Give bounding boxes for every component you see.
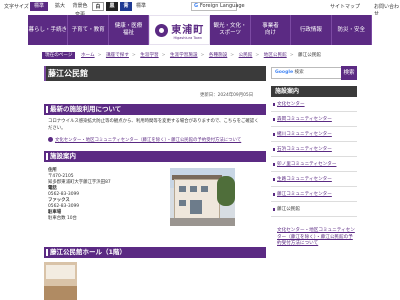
breadcrumb-item[interactable]: ホーム (81, 53, 95, 58)
sidebar-item-ogawa[interactable]: 緒川コミュニティセンター (271, 127, 357, 142)
facility-heading: 施設案内 (44, 151, 266, 162)
breadcrumb-item[interactable]: 生涯学習 (140, 53, 158, 58)
nav-label: 事業者 向け (262, 23, 279, 36)
logo-title: 東浦町 (171, 24, 205, 36)
sidebar-list: 文化センター 森岡コミュニティセンター 緒川コミュニティセンター 石浜コミュニテ… (271, 97, 357, 217)
font-size-label: 文字サイズ (4, 4, 29, 10)
address-value: 〒470-2105 知多郡東浦町大字藤江字浜田87 (48, 174, 111, 185)
nav-label: 健康・医療 福祉 (114, 23, 143, 36)
site-logo[interactable]: 東浦町 Higashiura Town (149, 15, 211, 45)
sidebar-item-ishihama[interactable]: 石浜コミュニティセンター (271, 142, 357, 157)
search-button[interactable]: 検索 (341, 66, 357, 80)
notice-heading: 最新の施設利用について (44, 104, 266, 115)
reservation-link[interactable]: 文化センター・地区コミュニティセンター（藤江を除く）・藤江公民館の予約受付方法に… (48, 137, 266, 144)
nav-living[interactable]: 暮らし・手続き (28, 15, 69, 45)
breadcrumb-separator: > (161, 53, 166, 58)
nav-safety[interactable]: 防災・安全 (331, 15, 372, 45)
bg-black-button[interactable]: 黒 (106, 2, 118, 11)
breadcrumb-item[interactable]: 公民館 (239, 53, 253, 58)
utility-bar: 文字サイズ 標準 拡大 背景色変更 白 黒 青 標準 G Foreign Lan… (0, 0, 400, 18)
sidebar-item-bunka[interactable]: 文化センター (271, 97, 357, 112)
nav-tourism[interactable]: 観光・文化・ スポーツ (210, 15, 251, 45)
sidebar-item-fujie-kominkan: 藤江公民館 (271, 202, 357, 217)
notice-text: コロナウイルス感染拡大防止等の観点から、利用時間等を変更する場合がありますので、… (48, 119, 259, 131)
bg-white-button[interactable]: 白 (92, 2, 104, 11)
google-label: Google (275, 70, 294, 75)
sidebar-item-ikuji[interactable]: 生路コミュニティセンター (271, 172, 357, 187)
search-placeholder: 検索 (294, 70, 304, 75)
facility-info: 住所 〒470-2105 知多郡東浦町大字藤江字浜田87 電話 0562-83-… (48, 168, 158, 222)
nav-label: 行政情報 (299, 26, 322, 33)
breadcrumb-item[interactable]: 生涯学習施設 (170, 53, 198, 58)
building-photo (170, 168, 235, 226)
nav-label: 子育て・教育 (71, 26, 105, 33)
hall-heading: 藤江公民館ホール（1階） (44, 247, 266, 258)
bg-blue-button[interactable]: 青 (120, 2, 132, 11)
contact-link[interactable]: お問い合わせ (374, 3, 400, 17)
reservation-link-label: 文化センター・地区コミュニティセンター（藤江を除く）・藤江公民館の予約受付方法に… (55, 138, 242, 143)
bg-color-label: 背景色変更 (72, 3, 88, 18)
page-title: 藤江公民館 (44, 66, 266, 81)
breadcrumb: 現在のページ ホーム > 講座で探す > 生涯学習 > 生涯学習施設 > 各種施設 > 公… (42, 52, 372, 62)
nav-label: 防災・安全 (337, 26, 366, 33)
font-standard-button[interactable]: 標準 (30, 2, 48, 11)
updated-date: 更新日：2024年09月05日 (200, 93, 254, 98)
nav-label: 観光・文化・ スポーツ (213, 23, 247, 36)
breadcrumb-separator: > (289, 53, 294, 58)
breadcrumb-current: 藤江公民館 (298, 53, 322, 58)
sidebar-item-fujie-community[interactable]: 藤江コミュニティセンター (271, 187, 357, 202)
sidebar-reservation-link[interactable]: 文化センター・地区コミュニティセンター（藤江を除く）・藤江公民館の予約受付方法に… (271, 228, 357, 248)
nav-business[interactable]: 事業者 向け (250, 15, 292, 45)
town-emblem-icon (155, 23, 169, 37)
sidebar-heading: 施設案内 (271, 86, 357, 97)
hall-photo (44, 262, 77, 300)
sitemap-link[interactable]: サイトマップ (330, 3, 360, 10)
parking-value: 駐車台数 10台 (48, 216, 77, 221)
breadcrumb-separator: > (200, 53, 205, 58)
link-bullet-icon (48, 137, 53, 142)
breadcrumb-item[interactable]: 各種施設 (209, 53, 227, 58)
nav-label: 暮らし・手続き (28, 26, 67, 33)
foreign-language-label: Foreign Language (199, 3, 245, 9)
bg-standard-button[interactable]: 標準 (134, 2, 148, 11)
nav-childcare[interactable]: 子育て・教育 (68, 15, 109, 45)
breadcrumb-separator: > (255, 53, 260, 58)
breadcrumb-separator: > (131, 53, 136, 58)
sidebar-item-morioka[interactable]: 森岡コミュニティセンター (271, 112, 357, 127)
breadcrumb-separator: > (97, 53, 102, 58)
breadcrumb-item[interactable]: 地区公民館 (264, 53, 287, 58)
font-enlarge-button[interactable]: 拡大 (53, 2, 67, 11)
nav-administration[interactable]: 行政情報 (291, 15, 332, 45)
sidebar-item-unosato[interactable]: 卯ノ里コミュニティセンター (271, 157, 357, 172)
breadcrumb-item[interactable]: 講座で探す (106, 53, 129, 58)
breadcrumb-separator: > (230, 53, 235, 58)
breadcrumb-current-label: 現在のページ (42, 52, 76, 59)
global-nav: 暮らし・手続き 子育て・教育 健康・医療 福祉 東浦町 Higashiura T… (28, 15, 372, 45)
nav-health[interactable]: 健康・医療 福祉 (108, 15, 150, 45)
logo-subtitle: Higashiura Town (173, 35, 203, 40)
foreign-language-select[interactable]: G Foreign Language (191, 2, 245, 11)
